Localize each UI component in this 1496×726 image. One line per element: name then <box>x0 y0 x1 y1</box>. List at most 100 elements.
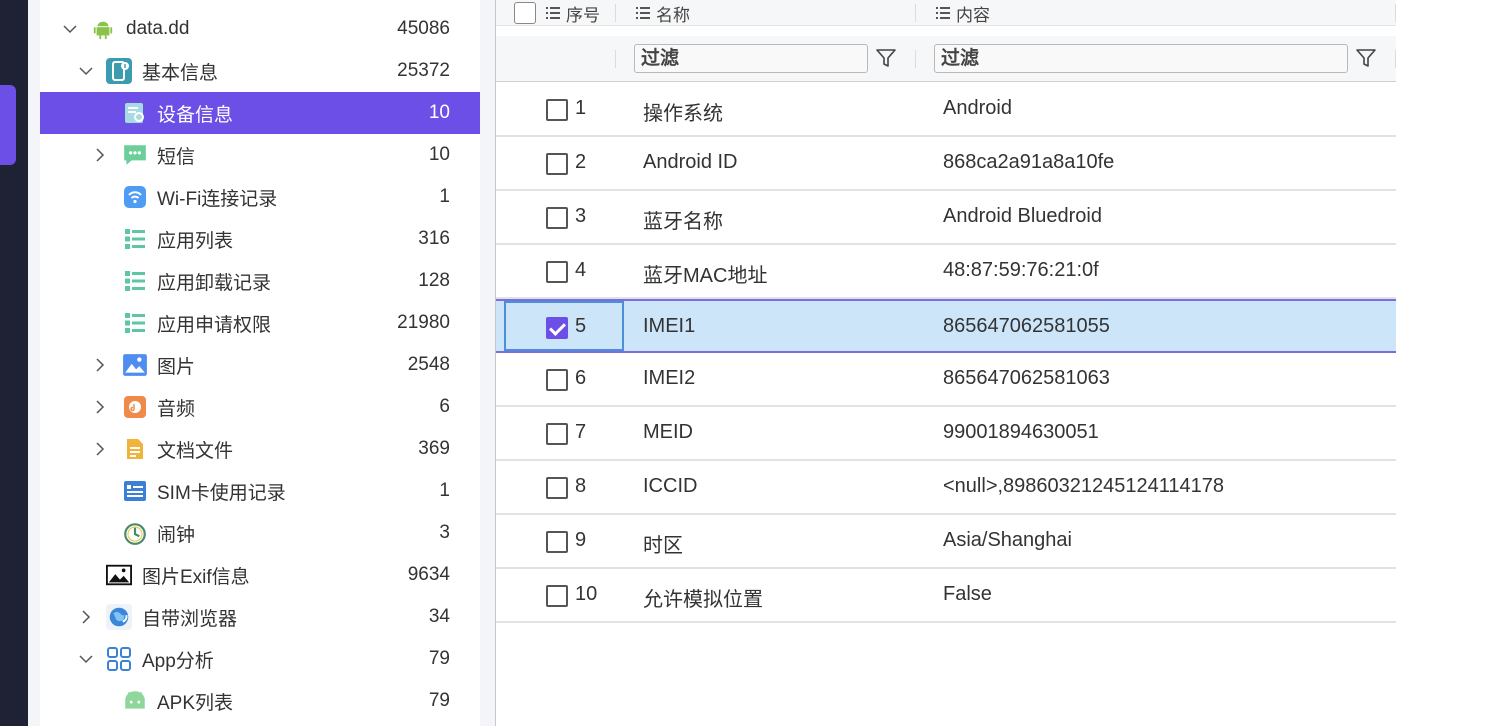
nav-rail <box>0 0 28 726</box>
table-row[interactable]: 7 MEID 99001894630051 <box>496 407 1396 461</box>
tree-item-label: Wi-Fi连接记录 <box>157 188 278 210</box>
column-menu-icon <box>936 7 950 19</box>
tree-item[interactable]: data.dd 45086 <box>40 8 480 50</box>
row-checkbox[interactable] <box>546 369 568 391</box>
row-name: 时区 <box>643 535 683 557</box>
filter-row: 过滤 过滤 <box>496 36 1396 82</box>
tree-item-count: 3 <box>439 522 450 543</box>
tree-item[interactable]: App分析 79 <box>40 638 480 680</box>
chevron-right-icon[interactable] <box>92 441 108 457</box>
row-value: Android <box>943 97 1012 119</box>
column-separator[interactable] <box>1395 4 1396 22</box>
table-row[interactable]: 8 ICCID <null>,89860321245124114178 <box>496 461 1396 515</box>
table-row[interactable]: 9 时区 Asia/Shanghai <box>496 515 1396 569</box>
tree-item[interactable]: 应用申请权限 21980 <box>40 302 480 344</box>
tree-item[interactable]: 短信 10 <box>40 134 480 176</box>
chevron-right-icon[interactable] <box>92 357 108 373</box>
tree-item[interactable]: 自带浏览器 34 <box>40 596 480 638</box>
tree-item-count: 9634 <box>407 564 450 585</box>
table-row[interactable]: 4 蓝牙MAC地址 48:87:59:76:21:0f <box>496 245 1396 299</box>
chevron-down-icon[interactable] <box>62 21 78 37</box>
nav-rail-active-item[interactable] <box>0 85 16 165</box>
table-row[interactable]: 1 操作系统 Android <box>496 83 1396 137</box>
row-index: 9 <box>575 529 587 551</box>
evidence-tree: data.dd 45086 基本信息 25372 设备信息 10 短信 10 Wi-Fi连接记录… <box>40 0 480 726</box>
table-row[interactable]: 2 Android ID 868ca2a91a8a10fe <box>496 137 1396 191</box>
tree-item[interactable]: Wi-Fi连接记录 1 <box>40 176 480 218</box>
row-checkbox[interactable] <box>546 531 568 553</box>
tree-item[interactable]: 基本信息 25372 <box>40 50 480 92</box>
table-row[interactable]: 5 IMEI1 865647062581055 <box>496 299 1396 353</box>
table-row[interactable]: 10 允许模拟位置 False <box>496 569 1396 623</box>
filter-icon[interactable] <box>874 46 898 70</box>
browser-globe-icon <box>106 604 132 630</box>
tree-item-count: 21980 <box>397 312 450 333</box>
tree-item[interactable]: 图片 2548 <box>40 344 480 386</box>
chevron-right-icon[interactable] <box>92 399 108 415</box>
row-checkbox[interactable] <box>546 99 568 121</box>
chevron-down-icon[interactable] <box>78 63 94 79</box>
header-select-all[interactable] <box>514 0 536 26</box>
filter-icon[interactable] <box>1354 46 1378 70</box>
column-separator[interactable] <box>915 4 916 22</box>
tree-item[interactable]: SIM卡使用记录 1 <box>40 470 480 512</box>
content-filter-input[interactable]: 过滤 <box>934 44 1348 73</box>
tree-item[interactable]: 文档文件 369 <box>40 428 480 470</box>
chevron-right-icon[interactable] <box>78 609 94 625</box>
tree-item-label: 应用申请权限 <box>157 314 272 336</box>
pane-splitter[interactable] <box>480 0 496 726</box>
header-name[interactable]: 名称 <box>636 0 690 26</box>
tree-item-label: 闹钟 <box>157 524 196 546</box>
header-index[interactable]: 序号 <box>546 0 600 26</box>
tree-item[interactable]: 闹钟 3 <box>40 512 480 554</box>
tree-item-label: SIM卡使用记录 <box>157 482 286 504</box>
row-checkbox[interactable] <box>546 317 568 339</box>
row-name: 允许模拟位置 <box>643 589 763 611</box>
row-checkbox[interactable] <box>546 207 568 229</box>
tree-item[interactable]: 应用卸载记录 128 <box>40 260 480 302</box>
tree-item-label: 应用列表 <box>157 230 234 252</box>
name-filter-input[interactable]: 过滤 <box>634 44 868 73</box>
chevron-right-icon[interactable] <box>92 147 108 163</box>
tree-item-count: 45086 <box>397 18 450 39</box>
header-index-label: 序号 <box>566 5 600 25</box>
row-name: 操作系统 <box>643 103 723 125</box>
audio-icon <box>122 394 148 420</box>
wifi-icon <box>122 184 148 210</box>
row-checkbox[interactable] <box>546 261 568 283</box>
tree-item[interactable]: 音频 6 <box>40 386 480 428</box>
row-value: Android Bluedroid <box>943 205 1102 227</box>
column-separator[interactable] <box>615 4 616 22</box>
row-checkbox[interactable] <box>546 585 568 607</box>
list-icon <box>122 310 148 336</box>
select-all-checkbox[interactable] <box>514 2 536 24</box>
row-checkbox[interactable] <box>546 477 568 499</box>
row-index: 10 <box>575 583 598 605</box>
tree-item[interactable]: APK列表 79 <box>40 680 480 722</box>
table-row[interactable]: 3 蓝牙名称 Android Bluedroid <box>496 191 1396 245</box>
table-row[interactable]: 6 IMEI2 865647062581063 <box>496 353 1396 407</box>
row-value: <null>,89860321245124114178 <box>943 475 1225 497</box>
chevron-down-icon[interactable] <box>78 651 94 667</box>
header-content[interactable]: 内容 <box>936 0 990 26</box>
tree-item[interactable]: 应用列表 316 <box>40 218 480 260</box>
row-name: ICCID <box>643 475 698 497</box>
tree-item[interactable]: 设备信息 10 <box>40 92 480 134</box>
tree-item-count: 10 <box>428 144 450 165</box>
tree-item-label: 短信 <box>157 146 196 168</box>
row-index: 3 <box>575 205 587 227</box>
row-value: 868ca2a91a8a10fe <box>943 151 1115 173</box>
row-checkbox[interactable] <box>546 423 568 445</box>
row-index: 2 <box>575 151 587 173</box>
list-icon <box>122 226 148 252</box>
tree-item[interactable]: 图片Exif信息 9634 <box>40 554 480 596</box>
row-name: IMEI2 <box>643 367 696 389</box>
tree-item-label: 图片 <box>157 356 196 378</box>
row-checkbox[interactable] <box>546 153 568 175</box>
tree-item-label: App分析 <box>142 650 214 672</box>
sms-icon <box>122 142 148 168</box>
tree-item-count: 316 <box>418 228 450 249</box>
tree-item-label: 图片Exif信息 <box>142 566 250 588</box>
column-separator <box>615 50 616 68</box>
row-name: Android ID <box>643 151 738 173</box>
